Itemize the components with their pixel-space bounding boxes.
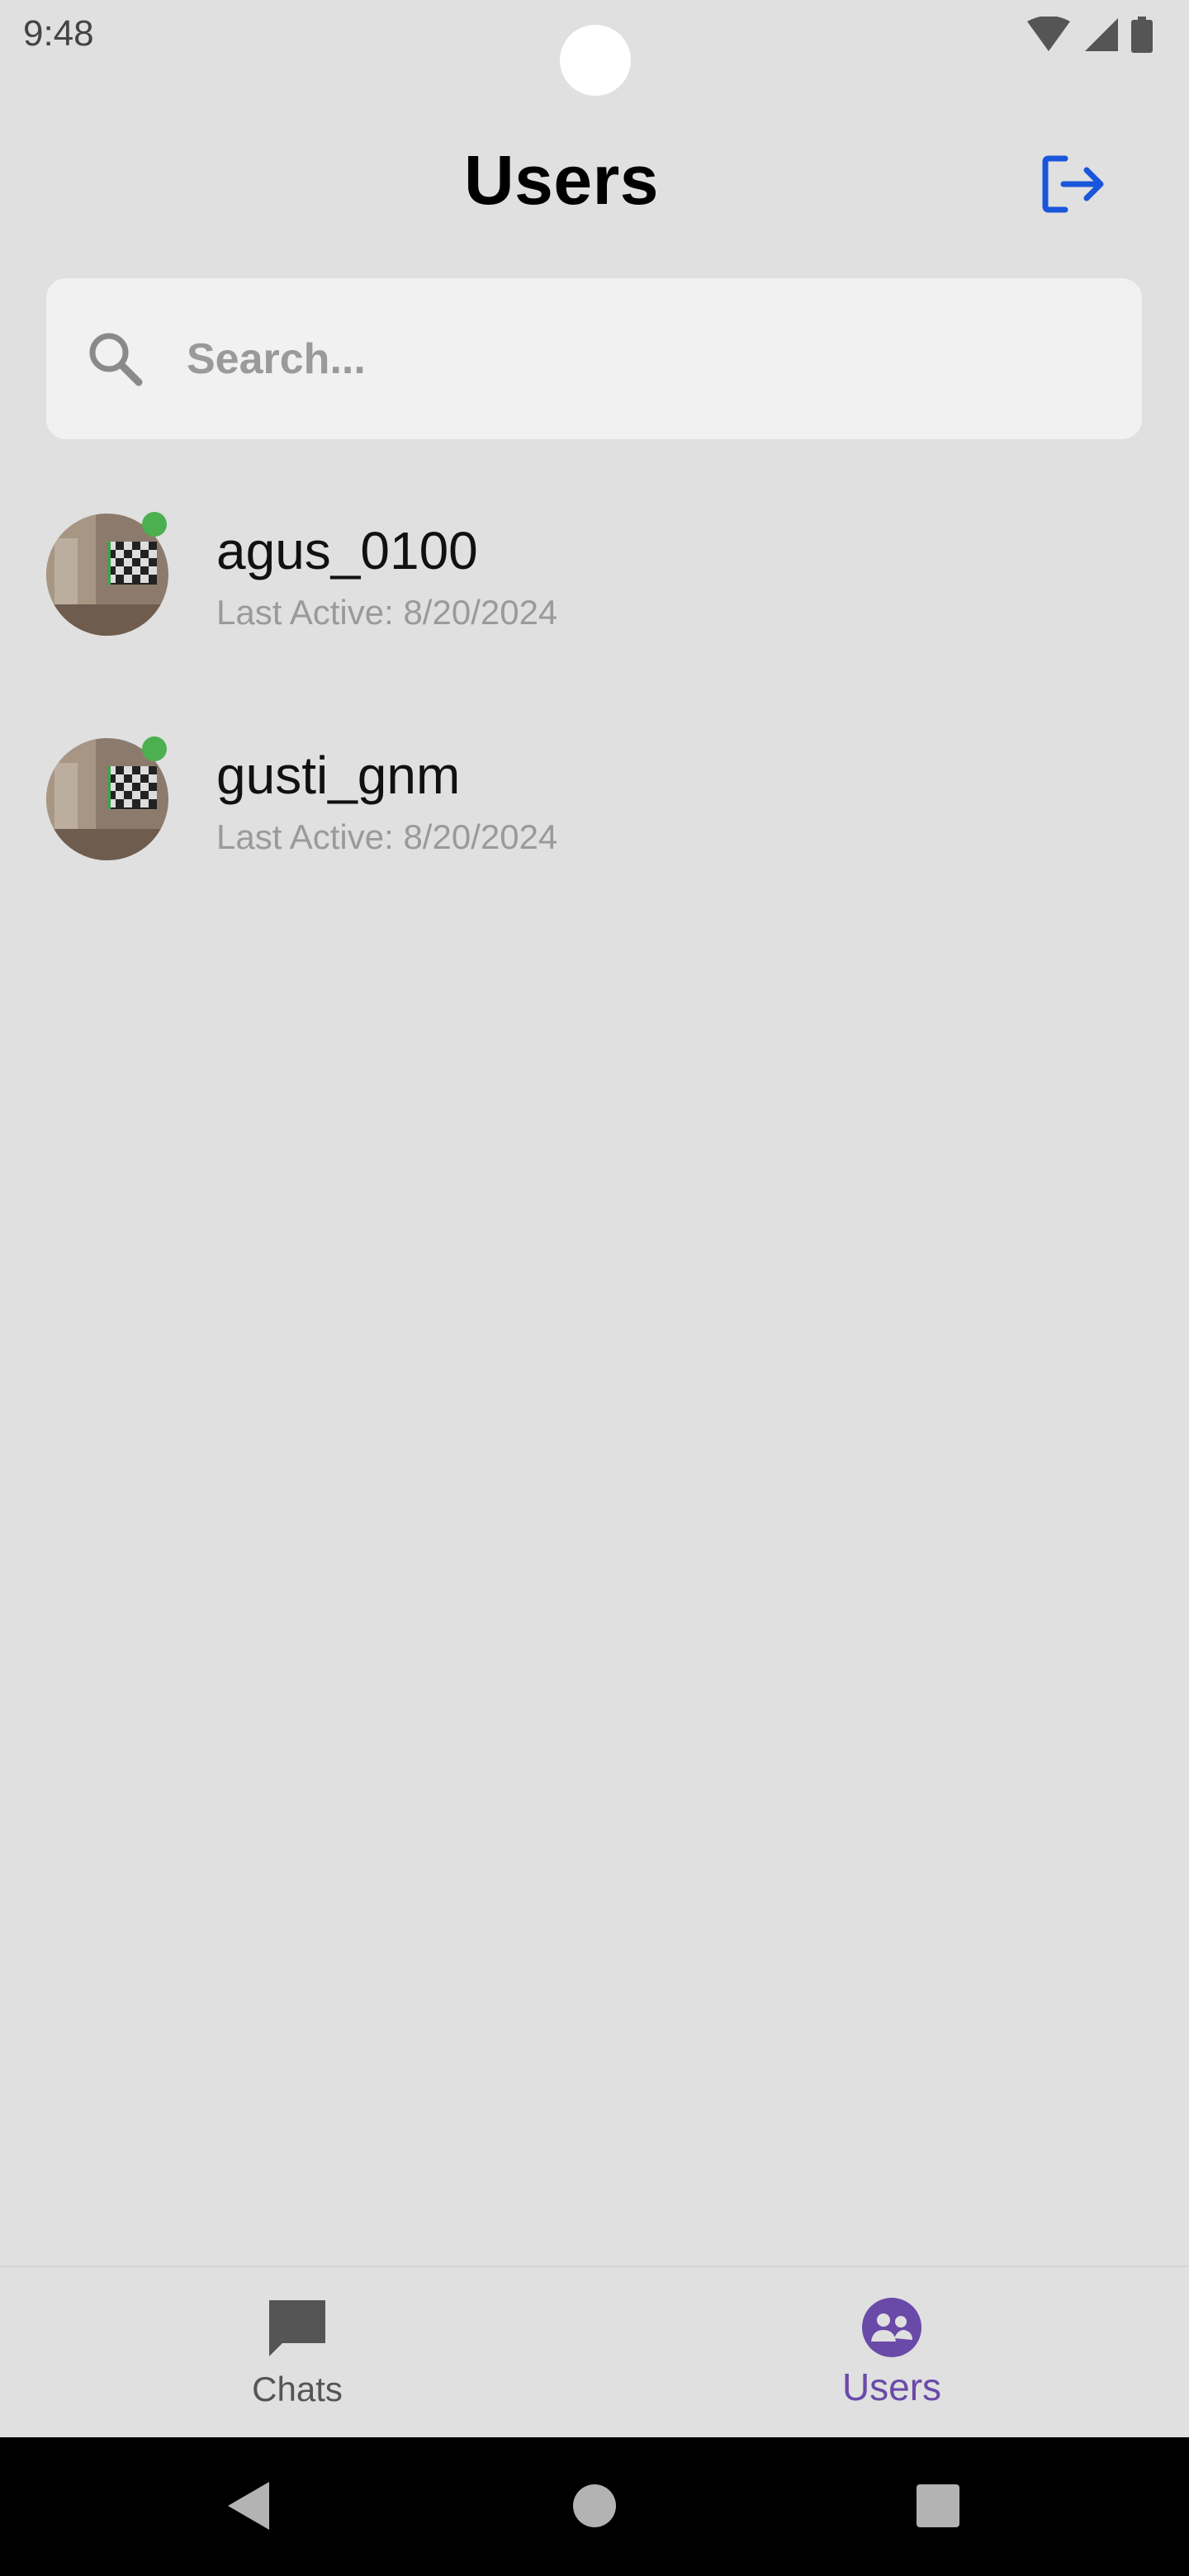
- list-item[interactable]: gusti_gnm Last Active: 8/20/2024: [0, 720, 1189, 945]
- logout-button[interactable]: [1040, 154, 1106, 215]
- wifi-icon: [1027, 17, 1070, 51]
- home-icon[interactable]: [571, 2479, 618, 2533]
- tab-users[interactable]: Users: [594, 2267, 1189, 2439]
- signal-icon: [1085, 18, 1118, 51]
- status-bar: 9:48: [0, 0, 1189, 96]
- list-item[interactable]: agus_0100 Last Active: 8/20/2024: [0, 495, 1189, 720]
- camera-cutout: [560, 25, 631, 96]
- last-active-text: Last Active: 8/20/2024: [216, 593, 558, 632]
- status-time: 9:48: [23, 13, 94, 54]
- back-icon[interactable]: [225, 2479, 272, 2533]
- bottom-nav: Chats Users: [0, 2266, 1189, 2439]
- status-icons: [1026, 17, 1153, 53]
- system-nav-bar: [0, 2437, 1189, 2576]
- battery-icon: [1131, 17, 1153, 53]
- user-name: agus_0100: [216, 521, 478, 580]
- search-input[interactable]: [185, 320, 1097, 399]
- users-icon: [862, 2298, 921, 2357]
- page-title: Users: [463, 141, 659, 219]
- online-status-dot: [142, 736, 167, 761]
- search-icon: [89, 333, 143, 386]
- recents-icon[interactable]: [915, 2479, 961, 2533]
- online-status-dot: [142, 512, 167, 537]
- user-list: agus_0100 Last Active: 8/20/2024 gusti_g…: [0, 495, 1189, 945]
- tab-chats-label: Chats: [252, 2370, 343, 2408]
- tab-chats[interactable]: Chats: [0, 2267, 594, 2439]
- last-active-text: Last Active: 8/20/2024: [216, 817, 558, 856]
- tab-users-label: Users: [841, 2365, 942, 2408]
- search-box[interactable]: [46, 278, 1142, 439]
- chat-icon: [269, 2300, 325, 2356]
- logout-icon: [1042, 155, 1104, 213]
- user-name: gusti_gnm: [216, 746, 461, 805]
